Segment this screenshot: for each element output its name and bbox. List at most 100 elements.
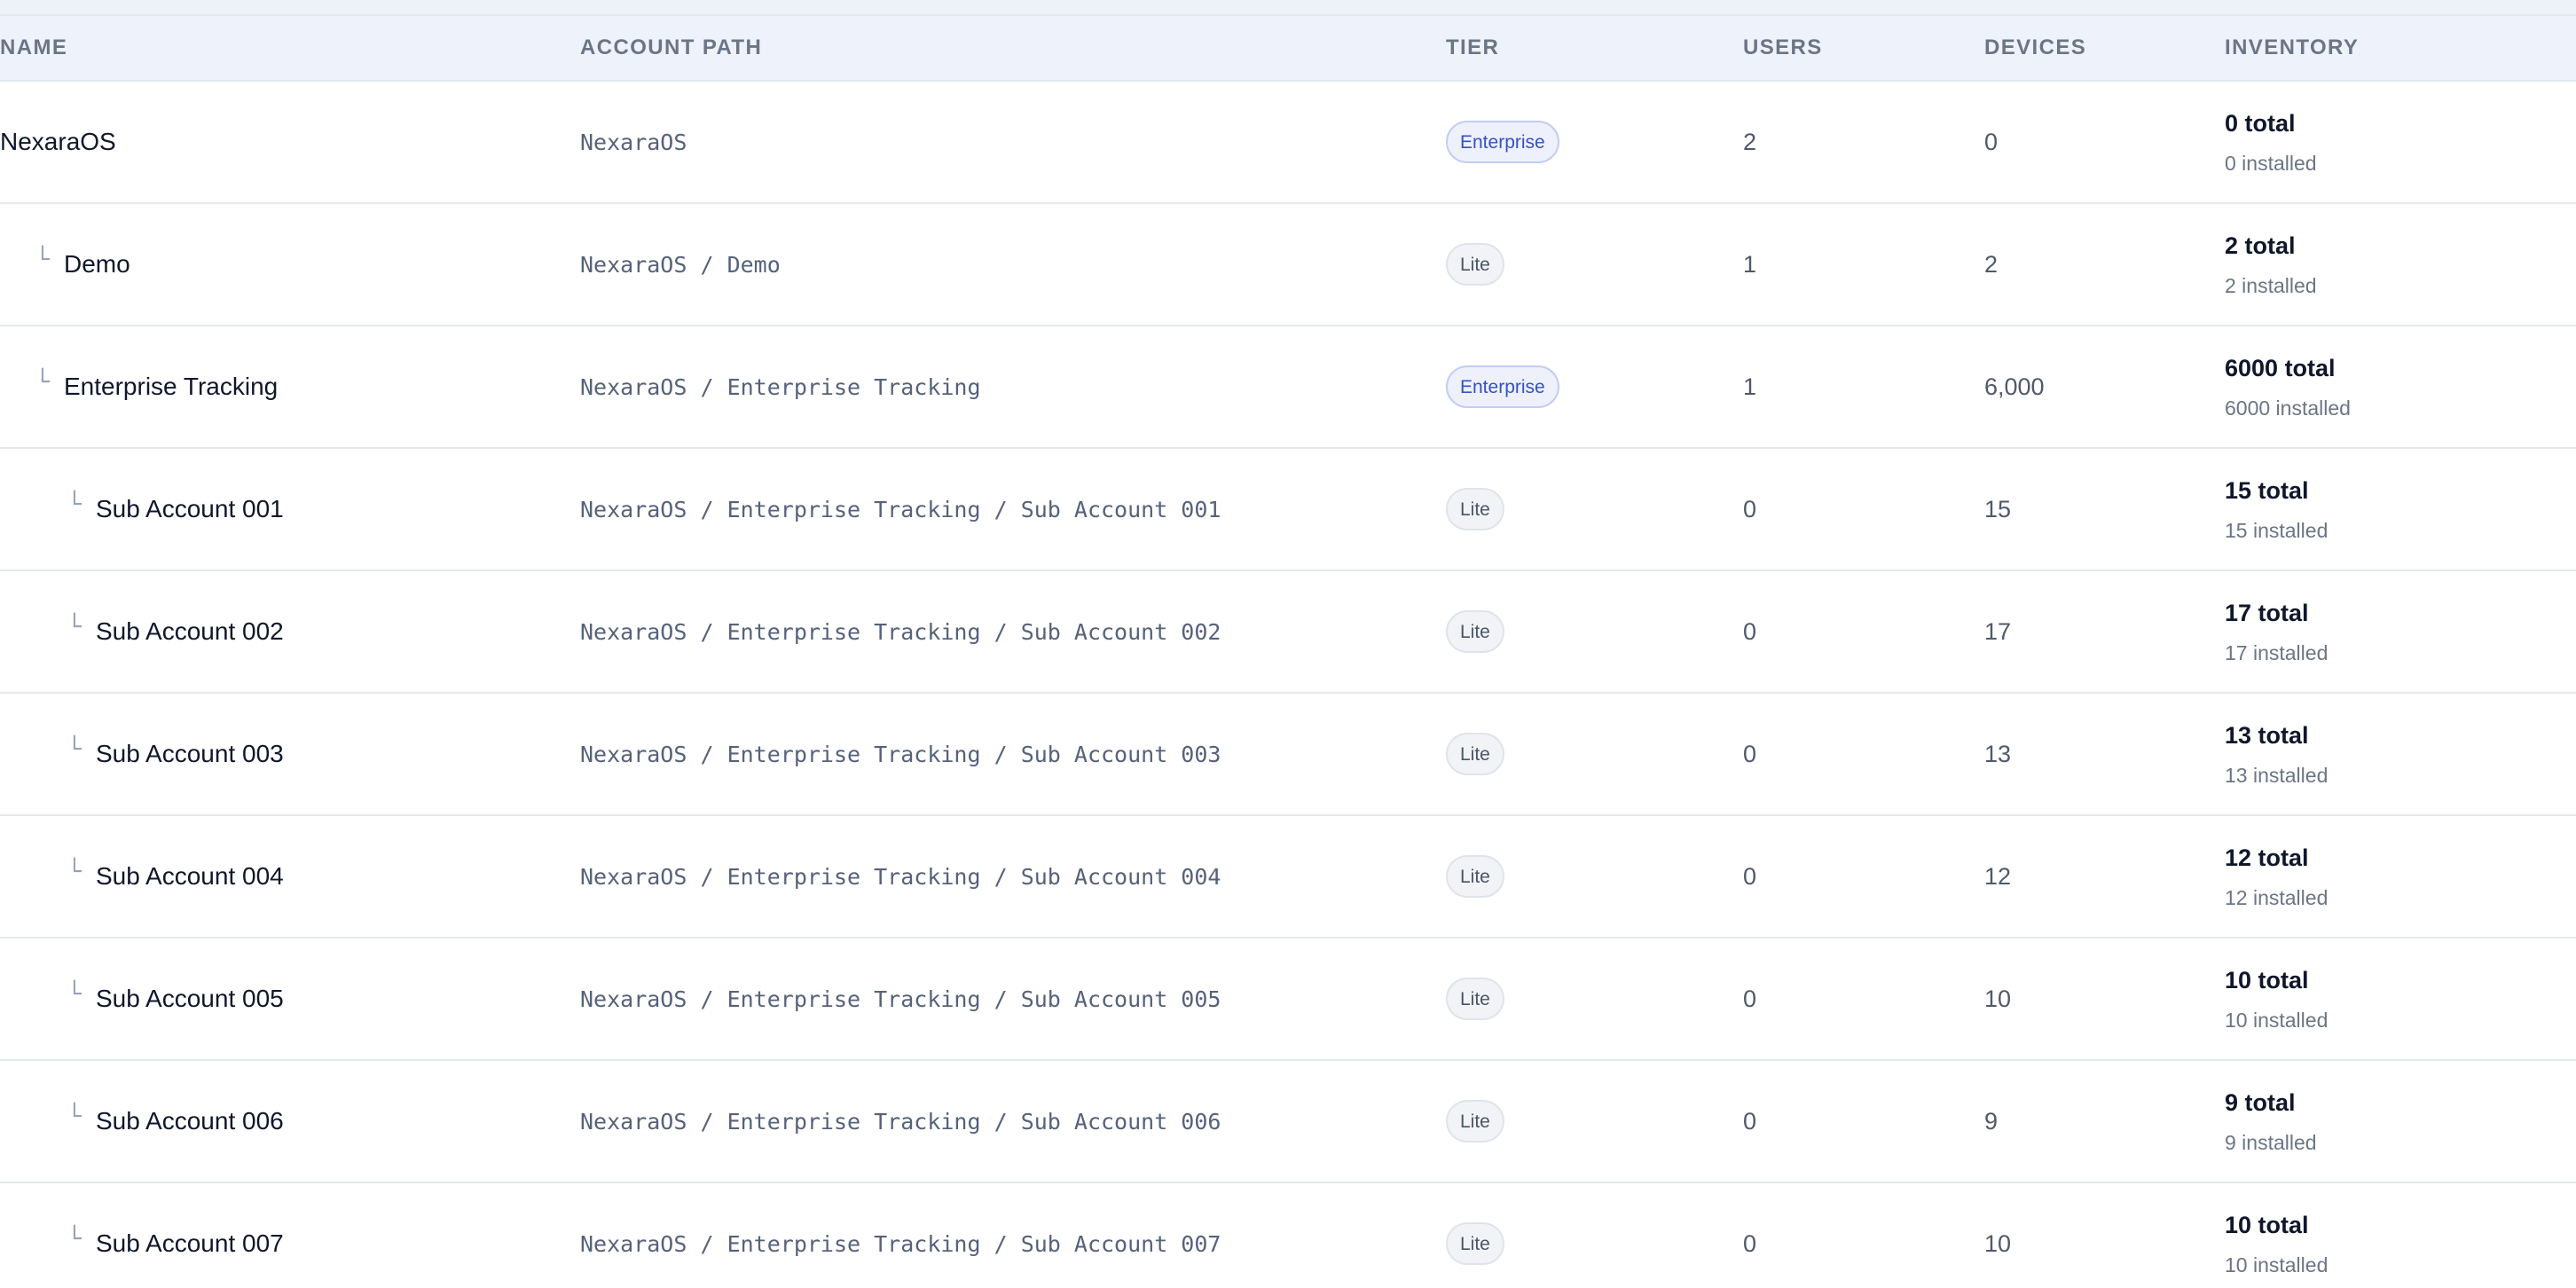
inventory-total: 12 total bbox=[2225, 844, 2309, 871]
account-name[interactable]: Sub Account 004 bbox=[96, 862, 284, 891]
devices-count: 0 bbox=[1984, 128, 1999, 155]
account-name[interactable]: Enterprise Tracking bbox=[64, 373, 278, 401]
tree-branch-icon: └ bbox=[67, 859, 82, 885]
users-count: 2 bbox=[1743, 128, 1757, 155]
inventory-total: 15 total bbox=[2225, 477, 2309, 504]
table-row[interactable]: └ Sub Account 005 NexaraOS / Enterprise T… bbox=[0, 939, 2576, 1061]
users-count: 0 bbox=[1743, 495, 1757, 522]
tier-badge: Enterprise bbox=[1446, 121, 1559, 163]
header-tier[interactable]: TIER bbox=[1446, 16, 1499, 80]
account-name[interactable]: Sub Account 001 bbox=[96, 495, 284, 523]
tree-branch-icon: └ bbox=[67, 981, 82, 1008]
devices-count: 9 bbox=[1984, 1107, 1999, 1135]
inventory-installed: 0 installed bbox=[2225, 152, 2317, 175]
table-row[interactable]: └ Demo NexaraOS / Demo Lite 1 2 2 total 2 … bbox=[0, 204, 2576, 326]
inventory-cell: 12 total 12 installed bbox=[2225, 816, 2328, 937]
table-row[interactable]: NexaraOS NexaraOS Enterprise 2 0 0 total… bbox=[0, 82, 2576, 204]
inventory-total: 10 total bbox=[2225, 1212, 2309, 1238]
account-path: NexaraOS / Enterprise Tracking bbox=[580, 373, 981, 400]
inventory-installed: 10 installed bbox=[2225, 1009, 2329, 1032]
top-strip bbox=[0, 0, 2576, 16]
account-name[interactable]: Demo bbox=[64, 250, 130, 279]
tree-branch-icon: └ bbox=[67, 1103, 82, 1130]
table-header: NAME ACCOUNT PATH TIER USERS DEVICES INV… bbox=[0, 16, 2576, 82]
tier-badge: Lite bbox=[1446, 978, 1504, 1020]
account-name[interactable]: NexaraOS bbox=[0, 128, 116, 156]
table-row[interactable]: └ Sub Account 003 NexaraOS / Enterprise T… bbox=[0, 694, 2576, 816]
tree-branch-icon: └ bbox=[67, 736, 82, 763]
account-path: NexaraOS / Enterprise Tracking / Sub Acc… bbox=[580, 1230, 1221, 1257]
account-name[interactable]: Sub Account 005 bbox=[96, 985, 284, 1013]
tier-badge: Lite bbox=[1446, 1222, 1504, 1265]
table-row[interactable]: └ Sub Account 001 NexaraOS / Enterprise T… bbox=[0, 449, 2576, 571]
account-path: NexaraOS / Enterprise Tracking / Sub Acc… bbox=[580, 496, 1221, 522]
table-row[interactable]: └ Sub Account 007 NexaraOS / Enterprise T… bbox=[0, 1183, 2576, 1288]
inventory-cell: 17 total 17 installed bbox=[2225, 571, 2328, 692]
tier-badge: Lite bbox=[1446, 610, 1504, 653]
account-name[interactable]: Sub Account 003 bbox=[96, 740, 284, 768]
users-count: 1 bbox=[1743, 373, 1757, 400]
inventory-cell: 10 total 10 installed bbox=[2225, 1183, 2328, 1288]
inventory-installed: 6000 installed bbox=[2225, 397, 2351, 420]
inventory-cell: 6000 total 6000 installed bbox=[2225, 326, 2351, 447]
users-count: 0 bbox=[1743, 740, 1757, 767]
inventory-total: 2 total bbox=[2225, 232, 2296, 259]
tree-branch-icon: └ bbox=[67, 1226, 82, 1253]
tree-branch-icon: └ bbox=[67, 491, 82, 518]
tier-badge: Lite bbox=[1446, 1100, 1504, 1143]
table-row[interactable]: └ Enterprise Tracking NexaraOS / Enterpri… bbox=[0, 326, 2576, 449]
account-path: NexaraOS / Enterprise Tracking / Sub Acc… bbox=[580, 986, 1221, 1012]
tier-badge: Lite bbox=[1446, 488, 1504, 530]
inventory-installed: 12 installed bbox=[2225, 886, 2329, 909]
inventory-installed: 13 installed bbox=[2225, 764, 2329, 787]
devices-count: 6,000 bbox=[1984, 373, 2045, 400]
accounts-table: NAME ACCOUNT PATH TIER USERS DEVICES INV… bbox=[0, 0, 2576, 1288]
header-inventory[interactable]: INVENTORY bbox=[2225, 16, 2359, 80]
account-path: NexaraOS / Enterprise Tracking / Sub Acc… bbox=[580, 863, 1221, 890]
account-name[interactable]: Sub Account 007 bbox=[96, 1229, 284, 1258]
account-name[interactable]: Sub Account 006 bbox=[96, 1107, 284, 1135]
header-name[interactable]: NAME bbox=[0, 16, 67, 80]
users-count: 1 bbox=[1743, 250, 1757, 278]
header-users[interactable]: USERS bbox=[1743, 16, 1823, 80]
users-count: 0 bbox=[1743, 1107, 1757, 1135]
users-count: 0 bbox=[1743, 617, 1757, 645]
tier-badge: Lite bbox=[1446, 855, 1504, 898]
inventory-total: 0 total bbox=[2225, 110, 2296, 137]
account-path: NexaraOS bbox=[580, 129, 687, 155]
table-row[interactable]: └ Sub Account 006 NexaraOS / Enterprise T… bbox=[0, 1061, 2576, 1183]
devices-count: 12 bbox=[1984, 862, 2012, 890]
tree-branch-icon: └ bbox=[35, 369, 50, 396]
inventory-installed: 2 installed bbox=[2225, 274, 2317, 297]
inventory-cell: 15 total 15 installed bbox=[2225, 449, 2328, 569]
inventory-total: 6000 total bbox=[2225, 355, 2336, 381]
table-row[interactable]: └ Sub Account 002 NexaraOS / Enterprise T… bbox=[0, 571, 2576, 694]
inventory-cell: 0 total 0 installed bbox=[2225, 82, 2317, 202]
users-count: 0 bbox=[1743, 1229, 1757, 1257]
account-path: NexaraOS / Demo bbox=[580, 251, 781, 278]
devices-count: 10 bbox=[1984, 1229, 2012, 1257]
inventory-cell: 9 total 9 installed bbox=[2225, 1061, 2317, 1182]
inventory-installed: 15 installed bbox=[2225, 519, 2329, 542]
users-count: 0 bbox=[1743, 862, 1757, 890]
tier-badge: Lite bbox=[1446, 243, 1504, 286]
tree-branch-icon: └ bbox=[35, 247, 50, 273]
devices-count: 15 bbox=[1984, 495, 2012, 522]
header-account-path[interactable]: ACCOUNT PATH bbox=[580, 16, 762, 80]
devices-count: 17 bbox=[1984, 617, 2012, 645]
table-row[interactable]: └ Sub Account 004 NexaraOS / Enterprise T… bbox=[0, 816, 2576, 939]
inventory-total: 13 total bbox=[2225, 722, 2309, 749]
account-name[interactable]: Sub Account 002 bbox=[96, 617, 284, 646]
header-devices[interactable]: DEVICES bbox=[1984, 16, 2086, 80]
inventory-installed: 10 installed bbox=[2225, 1253, 2329, 1276]
inventory-installed: 9 installed bbox=[2225, 1131, 2317, 1154]
inventory-cell: 10 total 10 installed bbox=[2225, 939, 2328, 1059]
account-path: NexaraOS / Enterprise Tracking / Sub Acc… bbox=[580, 1108, 1221, 1135]
inventory-total: 17 total bbox=[2225, 600, 2309, 626]
inventory-installed: 17 installed bbox=[2225, 641, 2329, 664]
inventory-total: 9 total bbox=[2225, 1089, 2296, 1116]
inventory-cell: 13 total 13 installed bbox=[2225, 694, 2328, 814]
account-path: NexaraOS / Enterprise Tracking / Sub Acc… bbox=[580, 618, 1221, 645]
tree-branch-icon: └ bbox=[67, 614, 82, 640]
inventory-total: 10 total bbox=[2225, 967, 2309, 993]
